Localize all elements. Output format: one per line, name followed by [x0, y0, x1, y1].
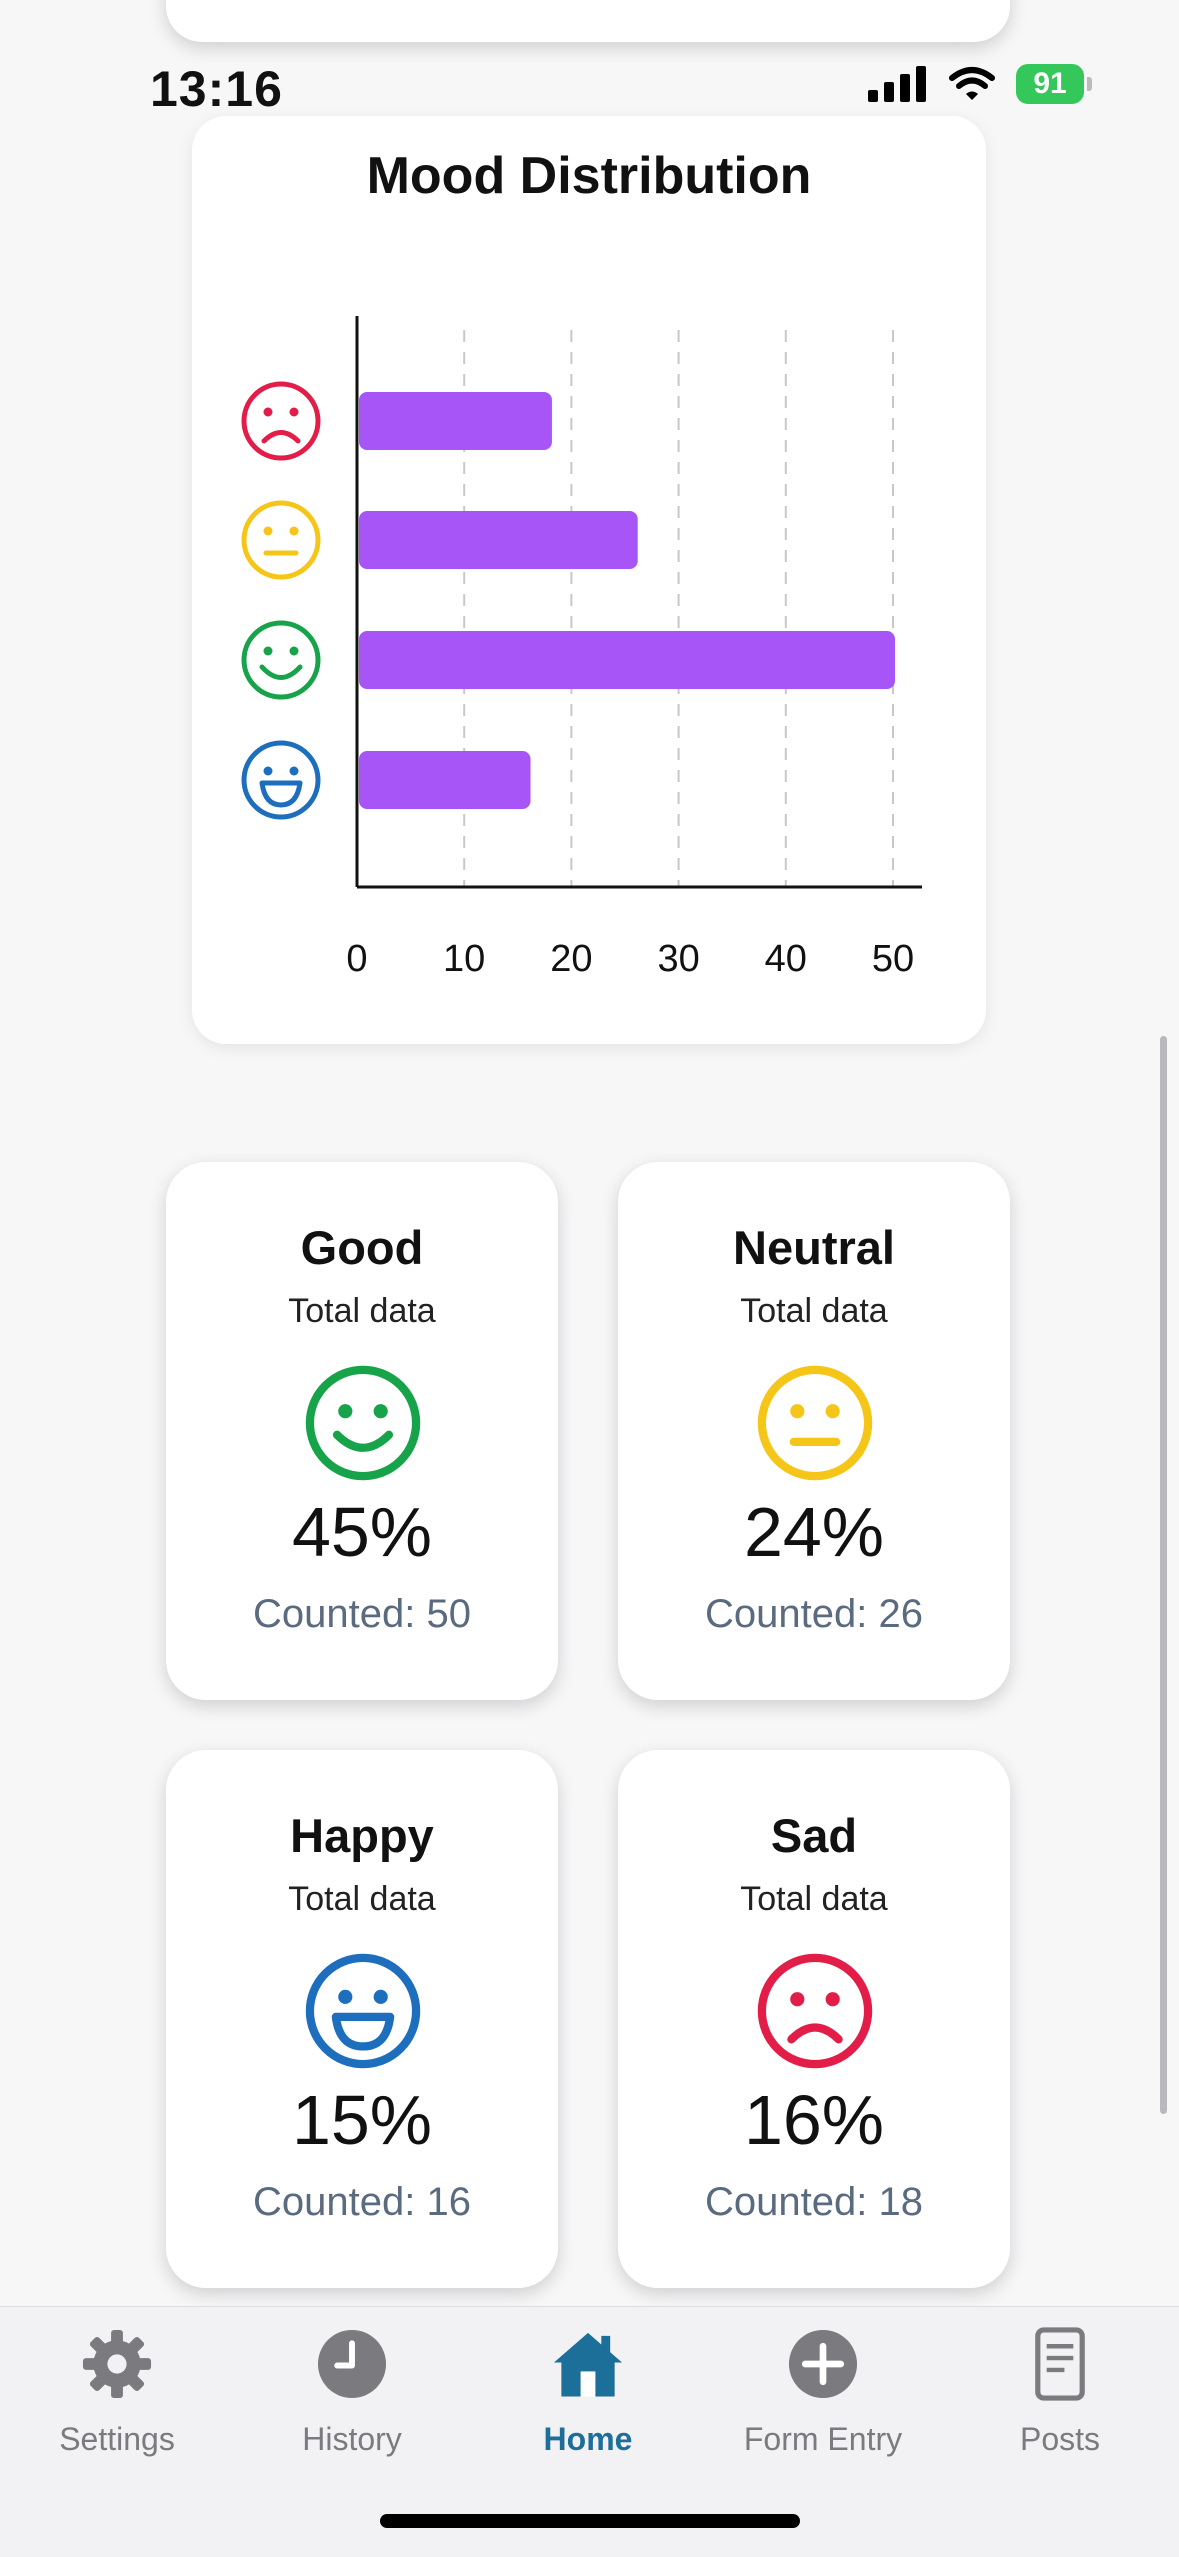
stat-subtitle: Total data: [740, 1292, 888, 1330]
stat-title: Sad: [770, 1809, 858, 1862]
stat-card-good[interactable]: Good Total data 45% Counted: 50: [166, 1162, 558, 1700]
stat-percent: 15%: [291, 2081, 433, 2159]
stat-subtitle: Total data: [288, 1880, 436, 1918]
neutral-face-icon: [757, 1365, 873, 1481]
plus-circle-icon: [788, 2329, 858, 2399]
stat-title: Good: [300, 1221, 424, 1274]
scrollbar[interactable]: [1160, 1036, 1167, 2114]
good-face-icon: [305, 1365, 421, 1481]
mood-bar-chart: 0 10 20 30 40 50: [241, 316, 922, 980]
tab-posts[interactable]: Posts: [945, 2327, 1175, 2477]
stat-count: Counted: 26: [705, 1592, 923, 1636]
bar-sad: [359, 392, 552, 450]
bar-happy: [359, 751, 531, 809]
stat-title: Happy: [290, 1809, 434, 1862]
status-icons: 91: [868, 64, 1092, 104]
tab-form-entry[interactable]: Form Entry: [708, 2327, 938, 2477]
x-tick-label: 50: [872, 938, 914, 980]
stat-card-sad[interactable]: Sad Total data 16% Counted: 18: [618, 1750, 1010, 2288]
stat-count: Counted: 16: [253, 2180, 471, 2224]
clock-icon: [317, 2329, 387, 2399]
stat-subtitle: Total data: [740, 1880, 888, 1918]
tab-label: Form Entry: [743, 2421, 903, 2457]
wifi-icon: [949, 67, 995, 100]
neutral-face-icon: [241, 500, 321, 580]
home-indicator: [380, 2514, 800, 2528]
stat-count: Counted: 50: [253, 1592, 471, 1636]
stat-subtitle: Total data: [288, 1292, 436, 1330]
previous-card-edge: [166, 0, 1010, 42]
gear-icon: [82, 2329, 152, 2399]
status-bar: 13:16 91: [0, 52, 1179, 122]
mood-distribution-card: Mood Distribution 0 10 20 30 40 50: [192, 116, 986, 1044]
x-tick-label: 20: [550, 938, 592, 980]
sad-face-icon: [241, 381, 321, 461]
stat-percent: 16%: [743, 2081, 885, 2159]
x-tick-label: 10: [443, 938, 485, 980]
signal-icon: [868, 66, 926, 102]
document-icon: [1035, 2327, 1085, 2401]
tab-label: History: [302, 2421, 402, 2457]
tab-label: Settings: [59, 2421, 175, 2457]
stat-title: Neutral: [733, 1221, 895, 1274]
stat-count: Counted: 18: [705, 2180, 923, 2224]
bar-good: [359, 631, 895, 689]
tab-history[interactable]: History: [237, 2327, 467, 2477]
battery-indicator: 91: [1016, 64, 1092, 104]
x-tick-label: 40: [765, 938, 807, 980]
good-face-icon: [241, 620, 321, 700]
x-tick-label: 0: [346, 938, 367, 980]
status-time: 13:16: [150, 61, 283, 117]
stat-card-neutral[interactable]: Neutral Total data 24% Counted: 26: [618, 1162, 1010, 1700]
bar-neutral: [359, 511, 638, 569]
stat-percent: 24%: [743, 1493, 885, 1571]
stat-percent: 45%: [291, 1493, 433, 1571]
sad-face-icon: [757, 1953, 873, 2069]
tab-home[interactable]: Home: [473, 2327, 703, 2477]
tab-label: Posts: [1019, 2421, 1101, 2457]
tab-settings[interactable]: Settings: [2, 2327, 232, 2477]
happy-face-icon: [305, 1953, 421, 2069]
x-tick-label: 30: [657, 938, 699, 980]
house-icon: [553, 2332, 623, 2397]
battery-level: 91: [1033, 67, 1067, 100]
stat-card-happy[interactable]: Happy Total data 15% Counted: 16: [166, 1750, 558, 2288]
tab-label: Home: [543, 2421, 633, 2457]
happy-face-icon: [241, 740, 321, 820]
